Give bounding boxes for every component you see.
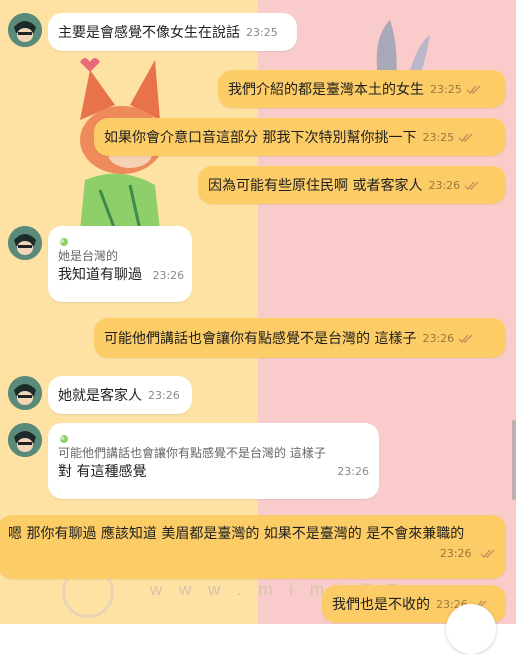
message-bubble[interactable]: 我們介紹的都是臺灣本土的女生 23:25	[218, 70, 506, 108]
message-bubble[interactable]: 主要是會感覺不像女生在說話 23:25	[48, 13, 297, 51]
read-check-icon	[466, 85, 481, 94]
avatar[interactable]	[8, 423, 42, 457]
message-text: 可能他們講話也會讓你有點感覺不是台灣的 這樣子	[104, 331, 417, 347]
message-time: 23:26	[148, 388, 180, 402]
avatar[interactable]	[8, 13, 42, 47]
read-check-icon	[458, 334, 473, 343]
reply-icon	[58, 234, 182, 248]
scroll-down-button[interactable]	[446, 604, 496, 654]
read-check-icon	[464, 181, 479, 190]
message-text: 她就是客家人	[58, 388, 142, 404]
message-bubble[interactable]: 因為可能有些原住民啊 或者客家人 23:26	[198, 166, 506, 204]
message-text: 如果你會介意口音這部分 那我下次特別幫你挑一下	[104, 130, 417, 146]
avatar[interactable]	[8, 376, 42, 410]
read-check-icon	[458, 133, 473, 142]
reply-quote: 可能他們講話也會讓你有點感覺不是台灣的 這樣子	[58, 446, 326, 460]
message-time: 23:26	[152, 269, 185, 282]
message-time: 23:26	[422, 331, 455, 345]
message-bubble[interactable]: 如果你會介意口音這部分 那我下次特別幫你挑一下 23:25	[94, 118, 506, 156]
message-text: 我們介紹的都是臺灣本土的女生	[228, 82, 424, 98]
message-bubble[interactable]: 可能他們講話也會讓你有點感覺不是台灣的 這樣子 對 有這種感覺 23:26	[48, 423, 379, 499]
message-bubble[interactable]: 嗯 那你有聊過 應該知道 美眉都是臺灣的 如果不是臺灣的 是不會來兼職的 23:…	[0, 515, 506, 579]
message-time: 23:26	[337, 465, 369, 478]
message-text: 因為可能有些原住民啊 或者客家人	[208, 178, 423, 194]
message-time: 23:25	[246, 25, 278, 39]
avatar[interactable]	[8, 226, 42, 260]
message-time: 23:25	[422, 130, 455, 144]
scrollbar[interactable]	[512, 420, 516, 500]
message-time: 23:26	[439, 547, 472, 560]
message-text: 對 有這種感覺	[58, 464, 147, 480]
message-text: 我知道有聊過	[58, 267, 142, 283]
reply-icon	[58, 431, 369, 445]
message-text: 主要是會感覺不像女生在說話	[58, 25, 240, 41]
message-time: 23:25	[430, 82, 462, 96]
message-time: 23:26	[428, 178, 461, 192]
read-check-icon	[480, 549, 495, 558]
reply-quote: 她是台灣的	[58, 249, 119, 263]
message-text: 嗯 那你有聊過 應該知道 美眉都是臺灣的 如果不是臺灣的 是不會來兼職的	[8, 526, 465, 542]
message-bubble[interactable]: 可能他們講話也會讓你有點感覺不是台灣的 這樣子 23:26	[94, 318, 506, 358]
message-bubble[interactable]: 她是台灣的 我知道有聊過 23:26	[48, 226, 192, 302]
message-bubble[interactable]: 她就是客家人 23:26	[48, 376, 192, 414]
message-text: 我們也是不收的	[332, 597, 430, 613]
